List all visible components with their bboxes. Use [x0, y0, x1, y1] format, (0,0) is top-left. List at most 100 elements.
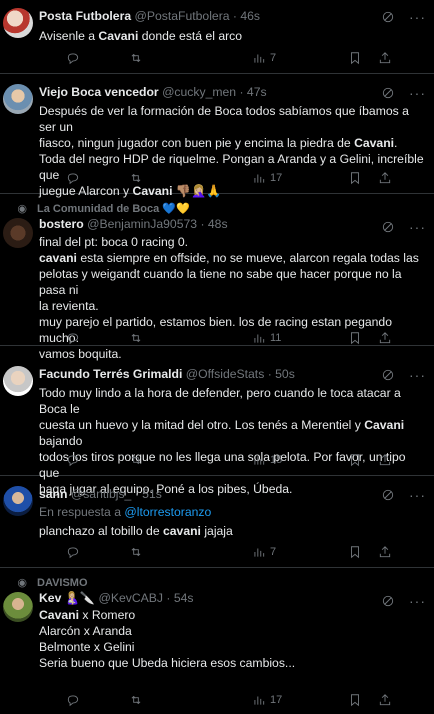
timestamp[interactable]: 50s	[275, 367, 295, 381]
views-button[interactable]: 7	[252, 50, 276, 66]
tweet-actions: 17	[66, 692, 426, 708]
author-handle[interactable]: @santibjs_	[71, 487, 131, 501]
author-name[interactable]: bostero	[39, 217, 84, 231]
tweet-header: Posta Futbolera @PostaFutbolera · 46s	[39, 9, 261, 23]
tweet[interactable]: ◉ DAVISMO ··· Kev 🤱🏼🔪 @KevCABJ · 54s Cava…	[0, 568, 434, 714]
views-button[interactable]: 17	[252, 170, 282, 186]
bookmark-button[interactable]	[348, 544, 362, 560]
timestamp[interactable]: 54s	[174, 591, 194, 605]
author-name[interactable]: sann	[39, 487, 67, 501]
text-segment: x Romero	[78, 608, 136, 622]
author-name[interactable]: Viejo Boca vencedor	[39, 85, 159, 99]
text-segment: Todo muy lindo a la hora de defender, pe…	[39, 386, 401, 416]
text-segment: pelotas y weigandt cuando la tiene no sa…	[39, 267, 402, 297]
author-name[interactable]: Facundo Terrés Grimaldi	[39, 367, 182, 381]
tweet-header: Kev 🤱🏼🔪 @KevCABJ · 54s	[39, 591, 194, 605]
bookmark-icon	[351, 454, 359, 467]
bookmark-button[interactable]	[348, 330, 362, 346]
reply-icon	[67, 455, 79, 467]
retweet-icon	[131, 695, 141, 705]
text-segment: .	[394, 136, 398, 150]
views-icon	[254, 174, 265, 183]
author-handle[interactable]: @BenjaminJa90573	[87, 217, 197, 231]
avatar[interactable]	[3, 8, 33, 38]
reply-icon	[67, 53, 79, 65]
community-label[interactable]: ◉ DAVISMO	[13, 576, 87, 590]
community-label[interactable]: ◉ La Comunidad de Boca 💙💛	[13, 202, 189, 216]
author-handle[interactable]: @cucky_men	[162, 85, 236, 99]
retweet-button[interactable]	[129, 544, 143, 560]
tweet[interactable]: ··· Posta Futbolera @PostaFutbolera · 46…	[0, 0, 434, 74]
retweet-button[interactable]	[129, 452, 143, 468]
reply-button[interactable]	[66, 170, 80, 186]
share-button[interactable]	[378, 544, 392, 560]
tweet[interactable]: ··· sann @santibjs_ · 51s En respuesta a…	[0, 476, 434, 568]
share-button[interactable]	[378, 170, 392, 186]
retweet-icon	[131, 547, 141, 557]
share-icon	[379, 454, 391, 466]
avatar[interactable]	[3, 84, 33, 114]
reply-button[interactable]	[66, 452, 80, 468]
bookmark-icon	[351, 332, 359, 345]
bookmark-button[interactable]	[348, 452, 362, 468]
timestamp[interactable]: 47s	[247, 85, 267, 99]
timestamp[interactable]: 46s	[240, 9, 260, 23]
tweet-actions: 7	[66, 50, 426, 66]
tweet-header: Facundo Terrés Grimaldi @OffsideStats · …	[39, 367, 295, 381]
views-button[interactable]: 17	[252, 692, 282, 708]
retweet-button[interactable]	[129, 170, 143, 186]
author-handle[interactable]: @PostaFutbolera	[135, 9, 230, 23]
tweet-actions: 15	[66, 452, 426, 468]
text-segment: Después de ver la formación de Boca todo…	[39, 104, 409, 134]
view-count: 7	[270, 546, 277, 558]
view-count: 17	[270, 172, 283, 184]
avatar[interactable]	[3, 486, 33, 516]
bookmark-button[interactable]	[348, 50, 362, 66]
share-button[interactable]	[378, 50, 392, 66]
reply-button[interactable]	[66, 330, 80, 346]
highlighted-term: cavani	[163, 524, 201, 538]
avatar[interactable]	[3, 592, 33, 622]
tweet[interactable]: ◉ La Comunidad de Boca 💙💛 ··· bostero @Be…	[0, 194, 434, 361]
reply-button[interactable]	[66, 692, 80, 708]
reply-icon	[67, 173, 79, 185]
bookmark-button[interactable]	[348, 170, 362, 186]
share-icon	[379, 172, 391, 184]
retweet-button[interactable]	[129, 692, 143, 708]
tweet[interactable]: ··· Viejo Boca vencedor @cucky_men · 47s…	[0, 74, 434, 198]
view-count: 17	[270, 694, 283, 706]
author-handle[interactable]: @KevCABJ	[98, 591, 163, 605]
tweet-header: bostero @BenjaminJa90573 · 48s	[39, 217, 228, 231]
author-name[interactable]: Posta Futbolera	[39, 9, 131, 23]
author-name[interactable]: Kev 🤱🏼🔪	[39, 591, 95, 605]
tweet-line: Belmonte x Gelini	[39, 639, 424, 655]
tweet-line: Seria bueno que Ubeda hiciera esos cambi…	[39, 655, 424, 671]
share-button[interactable]	[378, 692, 392, 708]
view-count: 15	[270, 454, 283, 466]
reply-to-link[interactable]: @ltorrestoranzo	[124, 505, 211, 519]
views-button[interactable]: 11	[252, 330, 281, 346]
tweet-line: planchazo al tobillo de cavani jajaja	[39, 523, 424, 539]
author-handle[interactable]: @OffsideStats	[186, 367, 265, 381]
views-icon	[254, 456, 265, 465]
timeline-feed: ··· Posta Futbolera @PostaFutbolera · 46…	[0, 0, 434, 714]
tweet[interactable]: ··· Facundo Terrés Grimaldi @OffsideStat…	[0, 346, 434, 496]
share-button[interactable]	[378, 330, 392, 346]
retweet-icon	[131, 333, 141, 343]
timestamp[interactable]: 48s	[208, 217, 228, 231]
tweet-line: Alarcón x Aranda	[39, 623, 424, 639]
bookmark-button[interactable]	[348, 692, 362, 708]
avatar[interactable]	[3, 366, 33, 396]
reply-button[interactable]	[66, 50, 80, 66]
reply-button[interactable]	[66, 544, 80, 560]
views-button[interactable]: 7	[252, 544, 276, 560]
views-button[interactable]: 15	[252, 452, 282, 468]
text-segment: Seria bueno que Ubeda hiciera esos cambi…	[39, 656, 296, 670]
community-icon: ◉	[17, 203, 27, 215]
timestamp[interactable]: 51s	[142, 487, 162, 501]
retweet-button[interactable]	[129, 330, 143, 346]
community-icon: ◉	[17, 577, 27, 589]
retweet-button[interactable]	[129, 50, 143, 66]
avatar[interactable]	[3, 218, 33, 248]
share-button[interactable]	[378, 452, 392, 468]
